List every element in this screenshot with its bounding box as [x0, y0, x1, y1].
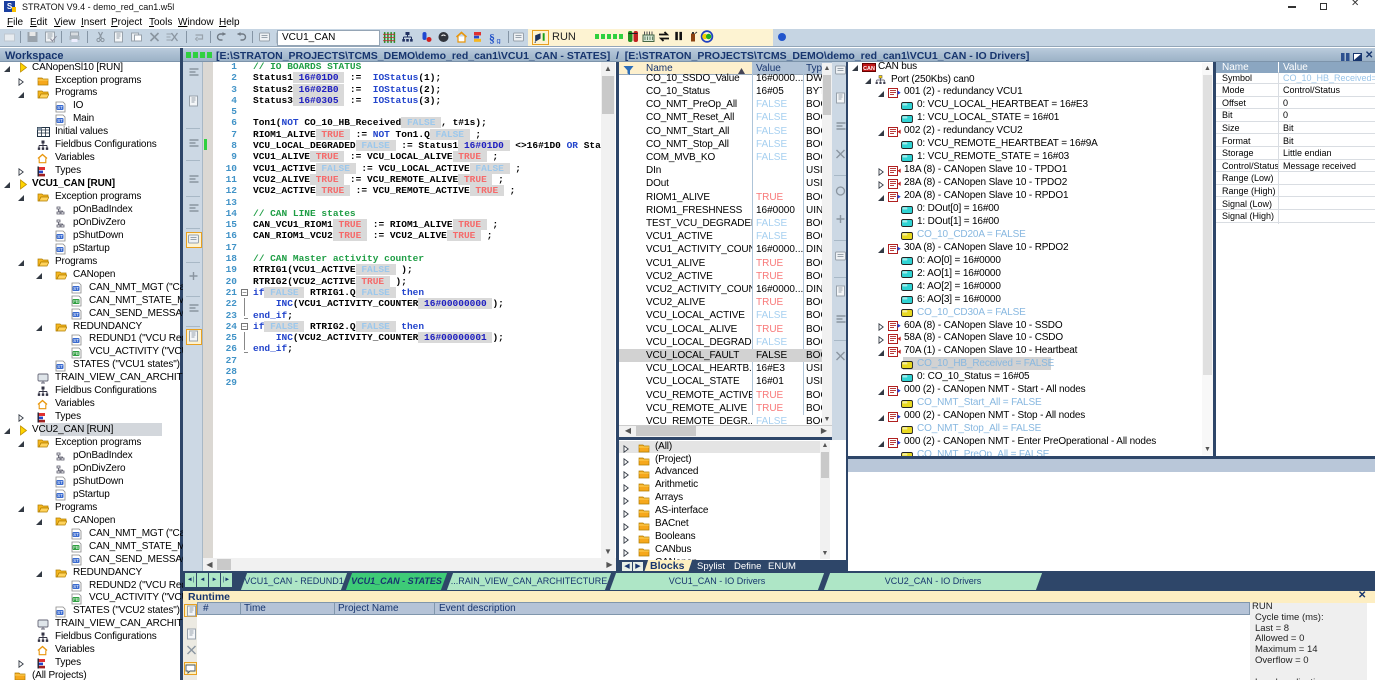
svg-text:ST: ST	[57, 480, 63, 485]
svg-text:ST: ST	[73, 338, 79, 343]
svg-text:FB: FB	[73, 597, 79, 602]
svg-text:FB: FB	[73, 299, 79, 304]
svg-text:ST: ST	[57, 118, 63, 123]
svg-text:ST: ST	[57, 364, 63, 369]
svg-text:FB: FB	[73, 545, 79, 550]
svg-text:ST: ST	[57, 234, 63, 239]
svg-text:ST: ST	[57, 610, 63, 615]
svg-text:ST: ST	[57, 105, 63, 110]
svg-text:FB: FB	[73, 351, 79, 356]
svg-text:ST: ST	[73, 312, 79, 317]
svg-text:g: g	[497, 36, 501, 44]
svg-text:ST: ST	[73, 286, 79, 291]
svg-text:ST: ST	[57, 247, 63, 252]
svg-text:CAN: CAN	[863, 66, 875, 72]
svg-text:ST: ST	[73, 558, 79, 563]
svg-text:§: §	[489, 32, 495, 44]
svg-text:ST: ST	[73, 532, 79, 537]
svg-text:ST: ST	[57, 493, 63, 498]
svg-text:ST: ST	[73, 584, 79, 589]
